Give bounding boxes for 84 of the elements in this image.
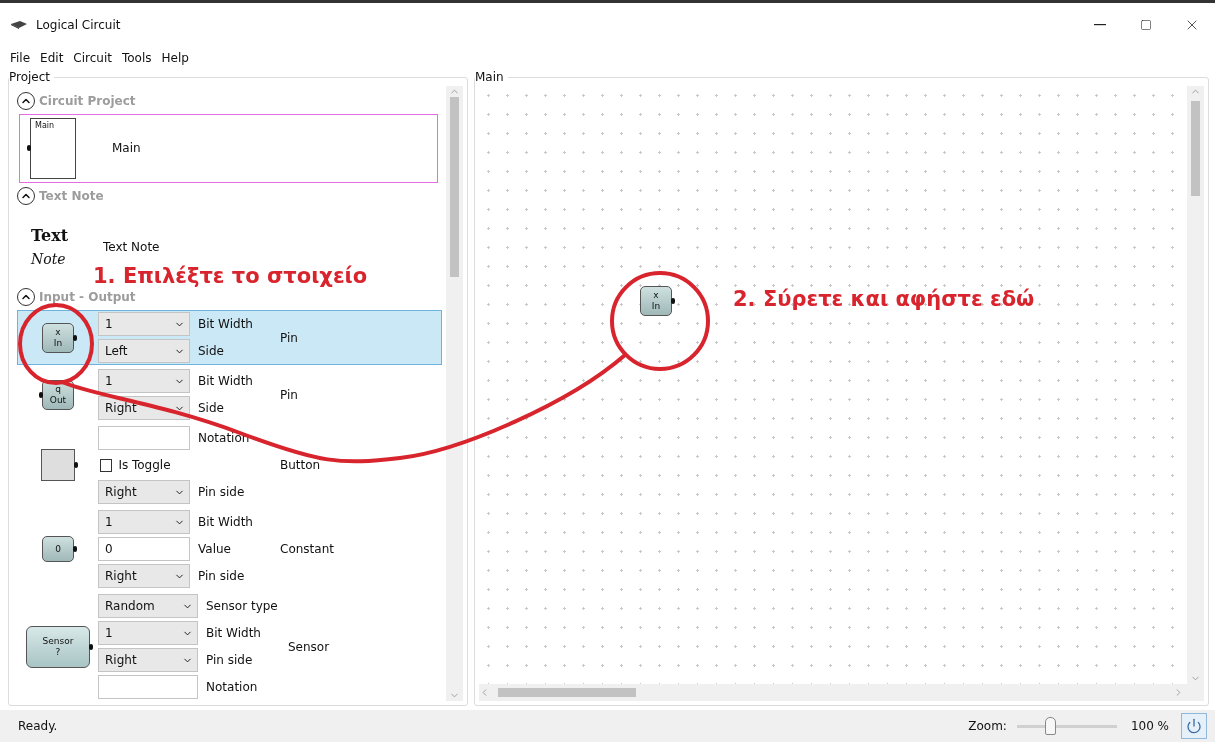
field-label: Notation: [206, 680, 259, 695]
sensor-symbol[interactable]: Sensor ?: [26, 625, 90, 668]
field-label: Side: [198, 344, 225, 359]
input-field[interactable]: [98, 675, 198, 700]
constant-symbol[interactable]: 0: [42, 536, 74, 563]
item-name: Button: [280, 458, 321, 473]
item-name: Main: [112, 141, 141, 156]
field-label: Bit Width: [206, 626, 262, 641]
field-label: Pin side: [206, 653, 254, 668]
checkbox-label: Is Toggle: [118, 458, 172, 473]
menu-item[interactable]: Tools: [121, 51, 152, 65]
item-name: Pin: [280, 387, 298, 402]
component-row[interactable]: x In 1 Bit Width Left Side Pin: [17, 310, 442, 366]
dropdown[interactable]: 1: [98, 369, 190, 394]
component-row[interactable]: Sensor ? Random Sensor type 1 Bit Width Right Pin side Notation Sensor: [17, 592, 442, 701]
dropdown[interactable]: 1: [98, 510, 190, 535]
symbol-label: ?: [55, 646, 61, 658]
dropdown[interactable]: Left: [98, 339, 190, 364]
zoom-label: Zoom:: [968, 719, 1007, 733]
scrollbar-thumb[interactable]: [1191, 101, 1200, 196]
field-label: Sensor type: [206, 599, 279, 614]
field-label: Bit Width: [198, 515, 254, 530]
input-field[interactable]: [98, 426, 190, 451]
checkbox[interactable]: [100, 458, 113, 472]
maximize-icon: [1140, 18, 1152, 31]
scrollbar[interactable]: [446, 86, 463, 701]
annotation-text: 2. Σύρετε και αφήστε εδώ: [733, 287, 1035, 311]
input-pin-symbol[interactable]: x In: [42, 322, 74, 353]
item-name: Text Note: [103, 239, 160, 254]
scrollbar-thumb[interactable]: [498, 688, 636, 697]
input-field[interactable]: 0: [98, 537, 190, 562]
dropdown[interactable]: 1: [98, 312, 190, 337]
field-label: Bit Width: [198, 317, 254, 332]
window-title: Logical Circuit: [36, 17, 121, 32]
scrollbar[interactable]: [1187, 86, 1204, 684]
symbol-label: 0: [55, 543, 61, 555]
menu-item[interactable]: File: [10, 51, 31, 65]
symbol-label: Out: [49, 394, 67, 406]
field-label: Notation: [198, 431, 251, 446]
symbol-label: In: [53, 337, 63, 349]
dropdown[interactable]: Right: [98, 648, 198, 673]
input-pin-symbol[interactable]: x In: [640, 286, 672, 316]
panel-title: Project: [9, 70, 52, 84]
status-text: Ready.: [18, 719, 58, 733]
item-name: Constant: [280, 542, 334, 557]
component-row[interactable]: Notation Is Toggle Right Pin side Button: [17, 424, 442, 507]
power-button[interactable]: [1181, 713, 1207, 739]
dropdown[interactable]: Random: [98, 594, 198, 619]
dropdown[interactable]: 1: [98, 621, 198, 646]
section-title: Input - Output: [39, 290, 136, 305]
minimize-icon: [1094, 23, 1106, 26]
chip-icon: [10, 19, 28, 30]
field-label: Pin side: [198, 569, 246, 584]
project-entry[interactable]: Main Main: [19, 113, 438, 184]
symbol-label: q: [55, 383, 61, 395]
zoom-value: 100 %: [1130, 719, 1169, 733]
menu-item[interactable]: Help: [161, 51, 189, 65]
panel-title: Main: [475, 70, 505, 84]
scrollbar[interactable]: [479, 684, 1204, 701]
component-row[interactable]: 0 1 Bit Width 0 Value Right Pin side Constant: [17, 508, 442, 591]
symbol-label: x: [653, 290, 659, 301]
symbol-label: Text: [31, 226, 70, 246]
component-row[interactable]: q Out 1 Bit Width Right Side Pin: [17, 367, 442, 423]
symbol-label: Main: [35, 120, 56, 130]
section-title: Text Note: [39, 189, 104, 204]
symbol-label: Note: [31, 251, 67, 268]
symbol-label: Sensor: [42, 635, 74, 647]
field-label: Side: [198, 401, 225, 416]
item-name: Sensor: [288, 639, 330, 654]
field-label: Value: [198, 542, 232, 557]
symbol-label: In: [651, 301, 661, 312]
menu-item[interactable]: Circuit: [73, 51, 112, 65]
item-name: Pin: [280, 330, 298, 345]
menu-item[interactable]: Edit: [40, 51, 64, 65]
field-label: Bit Width: [198, 374, 254, 389]
scrollbar-thumb[interactable]: [450, 97, 459, 277]
dropdown[interactable]: Right: [98, 480, 190, 505]
button-symbol[interactable]: [41, 449, 75, 482]
section-title: Circuit Project: [39, 93, 136, 108]
dropdown[interactable]: Right: [98, 564, 190, 589]
power-icon: [1186, 718, 1202, 734]
field-label: Pin side: [198, 485, 246, 500]
symbol-label: x: [55, 326, 61, 338]
slider-thumb[interactable]: [1044, 717, 1056, 735]
